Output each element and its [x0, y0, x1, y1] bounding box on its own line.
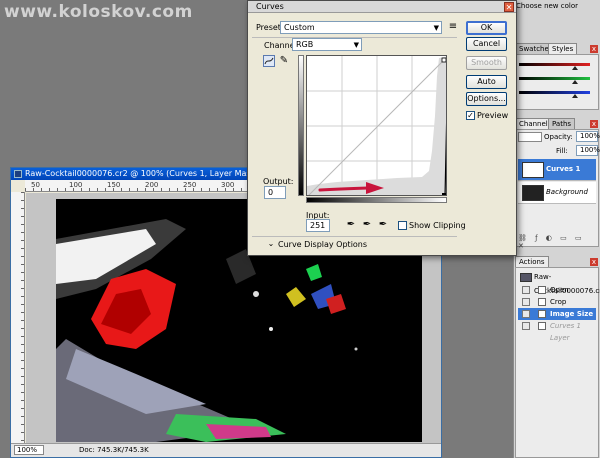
input-gradient-bar	[306, 197, 447, 203]
ruler-label: 50	[31, 181, 40, 189]
curve-edit-points-graphic	[264, 57, 274, 65]
red-slider[interactable]	[519, 63, 590, 66]
layer-row[interactable]: Background	[518, 182, 596, 204]
preset-value: Custom	[284, 23, 315, 32]
ruler-label: 200	[145, 181, 159, 189]
gray-eyedropper-icon[interactable]: ✒	[360, 219, 374, 231]
black-eyedropper-icon[interactable]: ✒	[344, 219, 358, 231]
curves-title: Curves	[256, 2, 284, 11]
history-step-icon	[538, 298, 546, 306]
output-gradient-bar	[298, 55, 304, 196]
chevron-down-icon: ▼	[433, 24, 439, 32]
history-step[interactable]: Image Size	[518, 308, 596, 320]
layer-actions-bar[interactable]: ⛓ ƒ ◐ ▭ ▭ ✕	[518, 234, 596, 250]
divider	[252, 236, 457, 237]
slider-handle-icon[interactable]	[572, 80, 578, 84]
options-button[interactable]: Options...	[466, 92, 507, 106]
close-icon[interactable]: x	[590, 120, 598, 128]
green-slider[interactable]	[519, 77, 590, 80]
close-icon[interactable]: ✕	[504, 2, 514, 12]
history-step-icon	[538, 286, 546, 294]
document-status-bar: 100% Doc: 745.3K/745.3K	[11, 443, 441, 457]
slider-handle-icon[interactable]	[572, 94, 578, 98]
history-step-label: Open	[550, 286, 569, 294]
expand-chevron-icon[interactable]: ⌄	[264, 238, 278, 250]
preset-options-icon[interactable]: ≡	[446, 21, 460, 33]
blend-mode-select[interactable]	[518, 132, 542, 142]
layers-panel: Opacity: 100% Fill: 100% Curves 1 Backgr…	[515, 129, 600, 250]
tab-paths[interactable]: Paths	[548, 118, 576, 129]
doc-size-info[interactable]: Doc: 745.3K/745.3K	[79, 444, 149, 457]
history-panel: Raw-Cocktail0000076.cr2 Open Crop Image …	[515, 267, 600, 458]
slider-handle-icon[interactable]	[572, 66, 578, 70]
show-clipping-label: Show Clipping	[409, 221, 466, 230]
layer-row[interactable]: Curves 1	[518, 159, 596, 181]
vertical-ruler[interactable]	[11, 192, 25, 443]
preset-select[interactable]: Custom ▼	[280, 21, 442, 34]
curve-display-options-label[interactable]: Curve Display Options	[278, 240, 367, 249]
watermark: www.koloskov.com	[4, 2, 193, 22]
curves-title-bar[interactable]: Curves	[248, 1, 516, 13]
pencil-icon[interactable]: ✎	[277, 55, 291, 67]
photoshop-document-icon	[14, 170, 22, 178]
chevron-down-icon: ▼	[353, 41, 359, 49]
channel-value: RGB	[296, 40, 314, 49]
history-snapshot[interactable]: Raw-Cocktail0000076.cr2	[518, 270, 600, 295]
smooth-button[interactable]: Smooth	[466, 56, 507, 70]
ruler-label: 150	[107, 181, 121, 189]
layer-name: Background	[546, 188, 588, 196]
fill-field[interactable]: 100%	[576, 145, 600, 156]
ok-button[interactable]: OK	[466, 21, 507, 35]
input-field[interactable]: 251	[306, 219, 330, 232]
snapshot-thumbnail	[520, 273, 532, 282]
cancel-button[interactable]: Cancel	[466, 37, 507, 51]
tab-styles[interactable]: Styles	[548, 43, 578, 54]
history-brush-checkbox[interactable]	[522, 322, 530, 330]
layer-thumbnail[interactable]	[522, 185, 544, 201]
history-step[interactable]: Crop	[518, 296, 596, 308]
annotation-arrow-icon	[318, 182, 384, 194]
layer-mask-thumbnail[interactable]	[522, 162, 544, 178]
history-brush-checkbox[interactable]	[522, 298, 530, 306]
channel-select[interactable]: RGB ▼	[292, 38, 362, 51]
color-panel	[515, 54, 599, 110]
zoom-field[interactable]: 100%	[14, 445, 44, 455]
right-panel-dock: Choose new color Swatches Styles x Chann…	[513, 0, 600, 458]
history-step[interactable]: Open	[518, 284, 596, 296]
ruler-label: 300	[221, 181, 235, 189]
layer-name: Curves 1	[546, 165, 581, 173]
preview-checkbox[interactable]: ✓	[466, 111, 475, 120]
curve-edit-points-icon[interactable]	[263, 55, 275, 67]
history-brush-checkbox[interactable]	[522, 286, 530, 294]
ruler-label: 100	[69, 181, 83, 189]
preview-label: Preview	[477, 111, 509, 120]
history-step-icon	[538, 322, 546, 330]
curve-graph[interactable]	[306, 55, 447, 196]
auto-button[interactable]: Auto	[466, 75, 507, 89]
history-brush-checkbox[interactable]	[522, 310, 530, 318]
white-eyedropper-icon[interactable]: ✒	[376, 219, 390, 231]
close-icon[interactable]: x	[590, 258, 598, 266]
output-label: Output:	[263, 177, 294, 186]
tab-actions[interactable]: Actions	[515, 256, 549, 267]
history-step-label: Curves 1 Layer	[550, 322, 581, 342]
history-step-label: Crop	[550, 298, 567, 306]
curve-graph-canvas	[307, 56, 446, 195]
output-field[interactable]: 0	[264, 186, 286, 199]
document-title: Raw-Cocktail0000076.cr2 @ 100% (Curves 1…	[25, 169, 267, 178]
opacity-field[interactable]: 100%	[576, 131, 600, 142]
ruler-label: 250	[183, 181, 197, 189]
close-icon[interactable]: x	[590, 45, 598, 53]
show-clipping-checkbox[interactable]	[398, 221, 407, 230]
history-step[interactable]: Curves 1 Layer	[518, 320, 596, 342]
blue-slider[interactable]	[519, 91, 590, 94]
opacity-label: Opacity:	[544, 133, 573, 141]
fill-label: Fill:	[556, 147, 568, 155]
color-panel-hint: Choose new color	[516, 2, 578, 10]
history-step-label: Image Size	[550, 310, 594, 318]
history-step-icon	[538, 310, 546, 318]
